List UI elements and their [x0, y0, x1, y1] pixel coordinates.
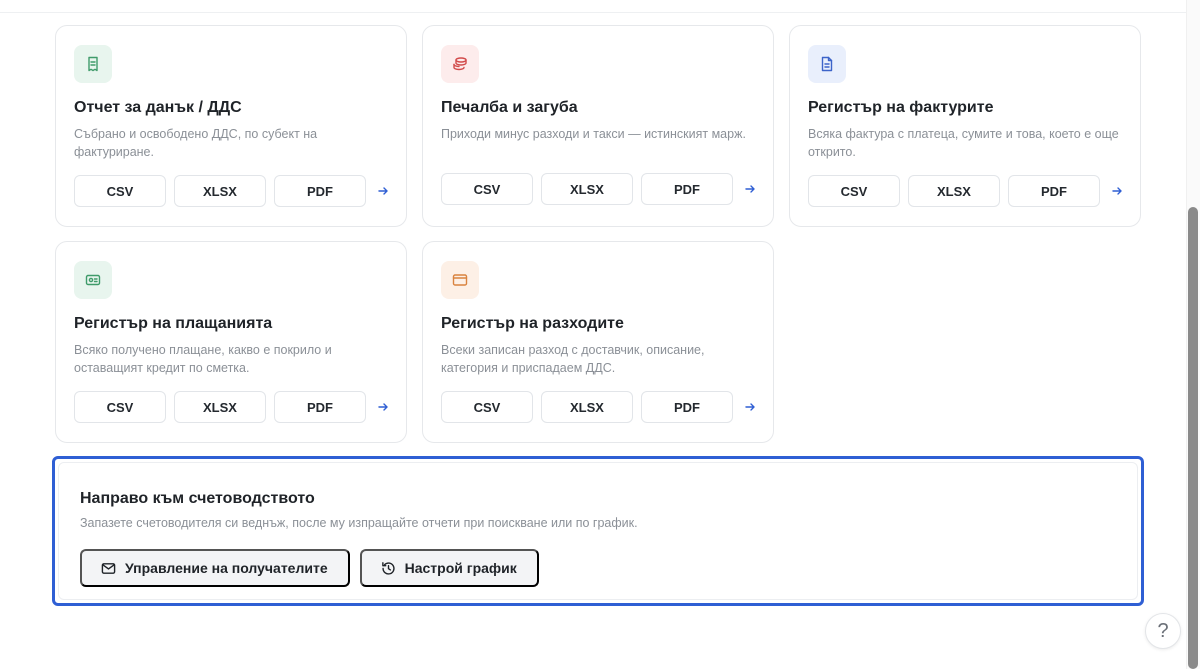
mail-icon	[101, 562, 116, 574]
payment-icon	[74, 261, 112, 299]
accounting-panel: Направо към счетоводството Запазете счет…	[52, 456, 1144, 606]
top-divider	[0, 12, 1186, 13]
invoice-icon	[808, 45, 846, 83]
help-label: ?	[1157, 619, 1169, 642]
card-description: Всяка фактура с платеца, сумите и това, …	[808, 127, 1119, 159]
receipt-icon	[74, 45, 112, 83]
export-xlsx-button[interactable]: XLSX	[908, 175, 1000, 207]
export-actions: CSV XLSX PDF	[808, 175, 1125, 207]
card-title: Регистър на разходите	[441, 315, 624, 332]
export-csv-button[interactable]: CSV	[441, 173, 533, 205]
card-title: Регистър на фактурите	[808, 99, 994, 116]
export-actions: CSV XLSX PDF	[74, 175, 391, 207]
card-description: Събрано и освободено ДДС, по субект на ф…	[74, 127, 318, 159]
export-pdf-button[interactable]: PDF	[1008, 175, 1100, 207]
report-card-invoices: Регистър на фактурите Всяка фактура с пл…	[789, 25, 1141, 227]
clock-history-icon	[381, 561, 395, 575]
export-actions: CSV XLSX PDF	[74, 391, 391, 423]
card-title: Регистър на плащанията	[74, 315, 273, 332]
card-description: Всяко получено плащане, какво е покрило …	[74, 343, 332, 375]
export-pdf-button[interactable]: PDF	[641, 173, 733, 205]
export-pdf-button[interactable]: PDF	[274, 391, 366, 423]
accounting-actions: Управление на получателите Настрой графи…	[80, 549, 549, 587]
export-csv-button[interactable]: CSV	[74, 175, 166, 207]
report-card-expenses: Регистър на разходите Всеки записан разх…	[422, 241, 774, 443]
report-card-profit-loss: Печалба и загуба Приходи минус разходи и…	[422, 25, 774, 227]
export-pdf-button[interactable]: PDF	[641, 391, 733, 423]
report-card-vat: Отчет за данък / ДДС Събрано и освободен…	[55, 25, 407, 227]
accounting-description: Запазете счетоводителя си веднъж, после …	[80, 516, 638, 530]
export-actions: CSV XLSX PDF	[441, 173, 758, 205]
help-button[interactable]: ?	[1145, 613, 1181, 649]
arrow-right-icon[interactable]	[742, 181, 758, 197]
card-description: Всеки записан разход с доставчик, описан…	[441, 343, 705, 375]
export-actions: CSV XLSX PDF	[441, 391, 758, 423]
set-schedule-label: Настрой график	[404, 560, 517, 576]
accounting-title: Направо към счетоводството	[80, 490, 315, 507]
scrollbar-thumb[interactable]	[1188, 207, 1198, 669]
export-xlsx-button[interactable]: XLSX	[541, 173, 633, 205]
card-title: Печалба и загуба	[441, 99, 578, 116]
export-xlsx-button[interactable]: XLSX	[541, 391, 633, 423]
export-xlsx-button[interactable]: XLSX	[174, 175, 266, 207]
card-description: Приходи минус разходи и такси — истински…	[441, 127, 746, 141]
coins-icon	[441, 45, 479, 83]
accounting-panel-inner: Направо към счетоводството Запазете счет…	[58, 462, 1138, 600]
arrow-right-icon[interactable]	[742, 399, 758, 415]
arrow-right-icon[interactable]	[375, 399, 391, 415]
wallet-icon	[441, 261, 479, 299]
report-card-payments: Регистър на плащанията Всяко получено пл…	[55, 241, 407, 443]
export-csv-button[interactable]: CSV	[441, 391, 533, 423]
export-xlsx-button[interactable]: XLSX	[174, 391, 266, 423]
manage-recipients-button[interactable]: Управление на получателите	[80, 549, 350, 587]
export-csv-button[interactable]: CSV	[808, 175, 900, 207]
manage-recipients-label: Управление на получателите	[125, 560, 328, 576]
card-title: Отчет за данък / ДДС	[74, 99, 242, 116]
export-pdf-button[interactable]: PDF	[274, 175, 366, 207]
arrow-right-icon[interactable]	[1109, 183, 1125, 199]
arrow-right-icon[interactable]	[375, 183, 391, 199]
export-csv-button[interactable]: CSV	[74, 391, 166, 423]
set-schedule-button[interactable]: Настрой график	[359, 549, 539, 587]
